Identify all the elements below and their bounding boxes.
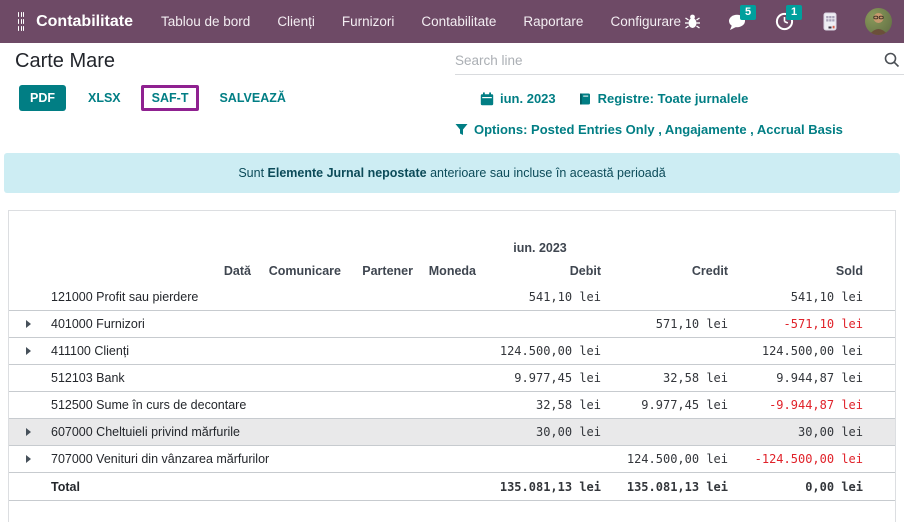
pdf-button[interactable]: PDF <box>19 85 66 111</box>
menu-configuration[interactable]: Configurare <box>610 14 681 29</box>
credit-value: 124.500,00 lei <box>601 452 728 466</box>
export-actions: PDF XLSX SAF-T SALVEAZĂ <box>19 85 286 111</box>
credit-value: 571,10 lei <box>601 317 728 331</box>
expand-caret-icon[interactable] <box>26 428 31 436</box>
col-partner: Partener <box>341 264 413 278</box>
journal-book-icon <box>578 92 592 106</box>
col-credit: Credit <box>601 264 728 278</box>
general-ledger-card: iun. 2023 Dată Comunicare Partener Moned… <box>8 210 896 522</box>
balance-value: 541,10 lei <box>728 290 863 304</box>
table-row-512500[interactable]: 512500 Sume în curs de decontare 32,58 l… <box>9 392 895 419</box>
table-row-707000[interactable]: 707000 Venituri din vânzarea mărfurilor … <box>9 446 895 473</box>
total-debit: 135.081,13 lei <box>476 480 601 494</box>
balance-value: 30,00 lei <box>728 425 863 439</box>
balance-value: -571,10 lei <box>728 317 863 331</box>
saft-button[interactable]: SAF-T <box>141 85 200 111</box>
credit-value: 9.977,45 lei <box>601 398 728 412</box>
save-button[interactable]: SALVEAZĂ <box>219 85 285 111</box>
table-row-total: Total 135.081,13 lei 135.081,13 lei 0,00… <box>9 473 895 501</box>
account-name: 121000 Profit sau pierdere <box>47 290 206 304</box>
period-header: iun. 2023 <box>9 211 895 258</box>
topbar-right: 5 1 <box>681 8 892 35</box>
expand-caret-icon[interactable] <box>26 320 31 328</box>
debit-value: 9.977,45 lei <box>476 371 601 385</box>
date-filter-label: iun. 2023 <box>500 91 556 106</box>
account-name: 707000 Venituri din vânzarea mărfurilor <box>47 452 206 466</box>
period-label: iun. 2023 <box>513 241 567 255</box>
table-row-121000[interactable]: 121000 Profit sau pierdere 541,10 lei 54… <box>9 284 895 311</box>
page: Contabilitate Tablou de bord Clienți Fur… <box>0 0 904 522</box>
balance-value: 124.500,00 lei <box>728 344 863 358</box>
account-name: 512500 Sume în curs de decontare <box>47 398 206 412</box>
app-name[interactable]: Contabilitate <box>36 13 133 31</box>
col-communication: Comunicare <box>251 264 341 278</box>
balance-value: 9.944,87 lei <box>728 371 863 385</box>
activities-badge: 1 <box>786 5 802 20</box>
main-menu: Tablou de bord Clienți Furnizori Contabi… <box>161 14 681 29</box>
mobile-icon[interactable] <box>819 11 841 33</box>
messages-icon[interactable]: 5 <box>727 11 749 33</box>
user-avatar[interactable] <box>865 8 892 35</box>
date-filter[interactable]: iun. 2023 <box>480 91 556 106</box>
col-currency: Moneda <box>413 264 476 278</box>
calendar-icon <box>480 92 494 106</box>
apps-grid-icon[interactable] <box>18 12 24 31</box>
balance-value: -124.500,00 lei <box>728 452 863 466</box>
journals-filter-label: Registre: Toate jurnalele <box>598 91 749 106</box>
table-row-607000[interactable]: 607000 Cheltuieli privind mărfurile 30,0… <box>9 419 895 446</box>
filter-funnel-icon <box>455 123 468 136</box>
menu-accounting[interactable]: Contabilitate <box>421 14 496 29</box>
table-row-411100[interactable]: 411100 Clienți 124.500,00 lei 124.500,00… <box>9 338 895 365</box>
menu-vendors[interactable]: Furnizori <box>342 14 395 29</box>
debit-value: 30,00 lei <box>476 425 601 439</box>
topbar: Contabilitate Tablou de bord Clienți Fur… <box>0 0 904 43</box>
bug-icon[interactable] <box>681 11 703 33</box>
col-debit: Debit <box>476 264 601 278</box>
debit-value: 541,10 lei <box>476 290 601 304</box>
debit-value: 32,58 lei <box>476 398 601 412</box>
account-name: 607000 Cheltuieli privind mărfurile <box>47 425 206 439</box>
messages-badge: 5 <box>740 5 756 20</box>
activities-icon[interactable]: 1 <box>773 11 795 33</box>
balance-value: -9.944,87 lei <box>728 398 863 412</box>
filter-row-2: Options: Posted Entries Only , Angajamen… <box>455 122 843 137</box>
account-name: 411100 Clienți <box>47 344 206 358</box>
unposted-entries-link[interactable]: Elemente Jurnal nepostate <box>268 166 427 180</box>
filter-row-1: iun. 2023 Registre: Toate jurnalele <box>480 91 748 106</box>
journals-filter[interactable]: Registre: Toate jurnalele <box>578 91 749 106</box>
options-filter-label: Options: Posted Entries Only , Angajamen… <box>474 122 843 137</box>
banner-text: Sunt Elemente Jurnal nepostate anterioar… <box>238 166 665 180</box>
debit-value: 124.500,00 lei <box>476 344 601 358</box>
expand-caret-icon[interactable] <box>26 347 31 355</box>
menu-reporting[interactable]: Raportare <box>523 14 583 29</box>
credit-value: 32,58 lei <box>601 371 728 385</box>
account-name: 401000 Furnizori <box>47 317 206 331</box>
total-balance: 0,00 lei <box>728 480 863 494</box>
menu-customers[interactable]: Clienți <box>277 14 315 29</box>
account-name: 512103 Bank <box>47 371 206 385</box>
col-balance: Sold <box>728 264 863 278</box>
column-header-row: Dată Comunicare Partener Moneda Debit Cr… <box>9 258 895 284</box>
search-box <box>455 48 904 75</box>
table-row-401000[interactable]: 401000 Furnizori 571,10 lei -571,10 lei <box>9 311 895 338</box>
total-credit: 135.081,13 lei <box>601 480 728 494</box>
expand-caret-icon[interactable] <box>26 455 31 463</box>
table-row-512103[interactable]: 512103 Bank 9.977,45 lei 32,58 lei 9.944… <box>9 365 895 392</box>
menu-dashboard[interactable]: Tablou de bord <box>161 14 250 29</box>
search-icon[interactable] <box>884 52 900 73</box>
options-filter[interactable]: Options: Posted Entries Only , Angajamen… <box>455 122 843 137</box>
page-title: Carte Mare <box>15 50 115 73</box>
xlsx-button[interactable]: XLSX <box>88 85 121 111</box>
total-label: Total <box>47 480 206 494</box>
unposted-entries-banner: Sunt Elemente Jurnal nepostate anterioar… <box>4 153 900 193</box>
search-input[interactable] <box>455 48 870 72</box>
col-date: Dată <box>206 264 251 278</box>
